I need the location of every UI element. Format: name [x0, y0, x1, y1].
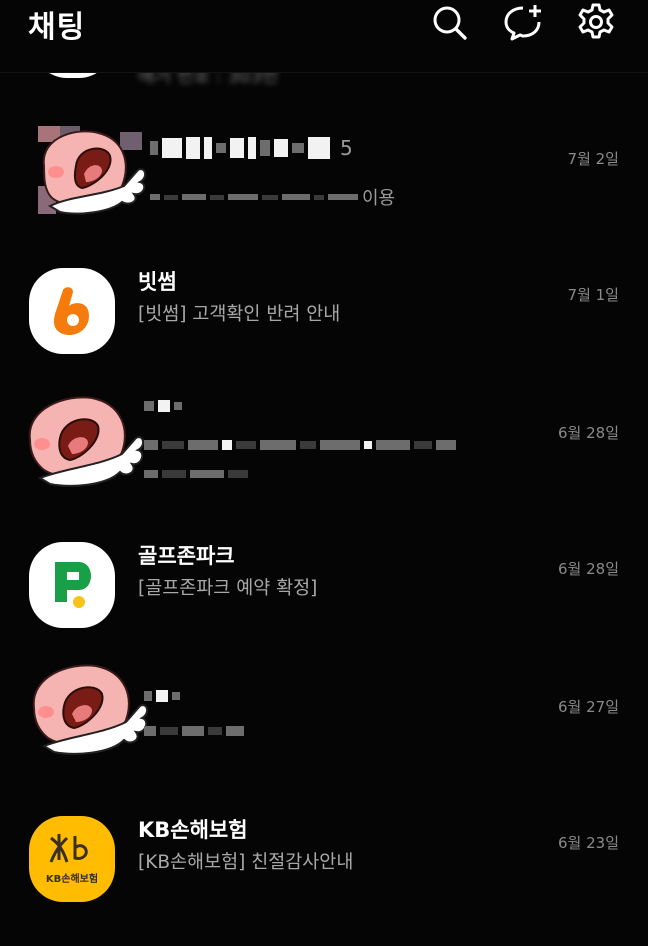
chat-name: 골프존파크: [138, 544, 235, 568]
chat-date: 6월 27일: [558, 698, 619, 716]
chat-row-golfzon[interactable]: 골프존파크 [골프존파크 예약 확정] 6월 28일: [0, 542, 648, 672]
chat-name: KB손해보험: [138, 818, 248, 842]
sticker-avatar: [28, 396, 144, 487]
kb-logo-text: KB손해보험: [46, 872, 98, 885]
chat-name: 빗썸: [138, 270, 177, 294]
blurred-name: [144, 690, 180, 702]
chat-date: 6월 23일: [558, 834, 619, 852]
chat-message-suffix: 이용: [362, 188, 396, 209]
kb-logo-icon: KB손해보험: [29, 816, 115, 902]
blurred-name: 5: [150, 136, 353, 160]
sticker-avatar: [38, 126, 146, 215]
chat-row[interactable]: 6월 27일: [0, 662, 648, 792]
chat-date: 6월 28일: [558, 424, 619, 442]
chat-row[interactable]: 6월 28일: [0, 394, 648, 524]
chat-row[interactable]: 5 이용 7월 2일: [0, 126, 648, 258]
search-icon[interactable]: [429, 2, 469, 42]
chat-message: [KB손해보험] 친절감사안내: [138, 852, 354, 873]
blurred-message: [144, 726, 244, 736]
page-title: 채팅: [28, 10, 86, 45]
chat-date: 7월 2일: [567, 150, 619, 168]
golfzon-park-logo-icon: [29, 542, 115, 628]
sticker-avatar: [32, 664, 148, 755]
blurred-message: [144, 440, 456, 450]
bithumb-logo-icon: [29, 268, 115, 354]
chat-row-bithumb[interactable]: 빗썸 [빗썸] 고객확인 반려 안내 7월 1일: [0, 268, 648, 398]
chat-date: 7월 1일: [567, 286, 619, 304]
chat-message: [골프존파크 예약 확정]: [138, 578, 318, 599]
chat-date: 6월 28일: [558, 560, 619, 578]
chat-row-kb[interactable]: KB손해보험 KB손해보험 [KB손해보험] 친절감사안내 6월 23일: [0, 816, 648, 946]
blurred-message-line2: [144, 470, 248, 478]
app-header: 채팅: [0, 0, 648, 73]
chat-message: [빗썸] 고객확인 반려 안내: [138, 304, 341, 325]
settings-icon[interactable]: [576, 2, 616, 42]
chat-name-suffix: 5: [340, 136, 353, 160]
new-chat-icon[interactable]: [503, 2, 543, 42]
blurred-message: 이용: [150, 184, 395, 210]
blurred-name: [144, 400, 182, 412]
